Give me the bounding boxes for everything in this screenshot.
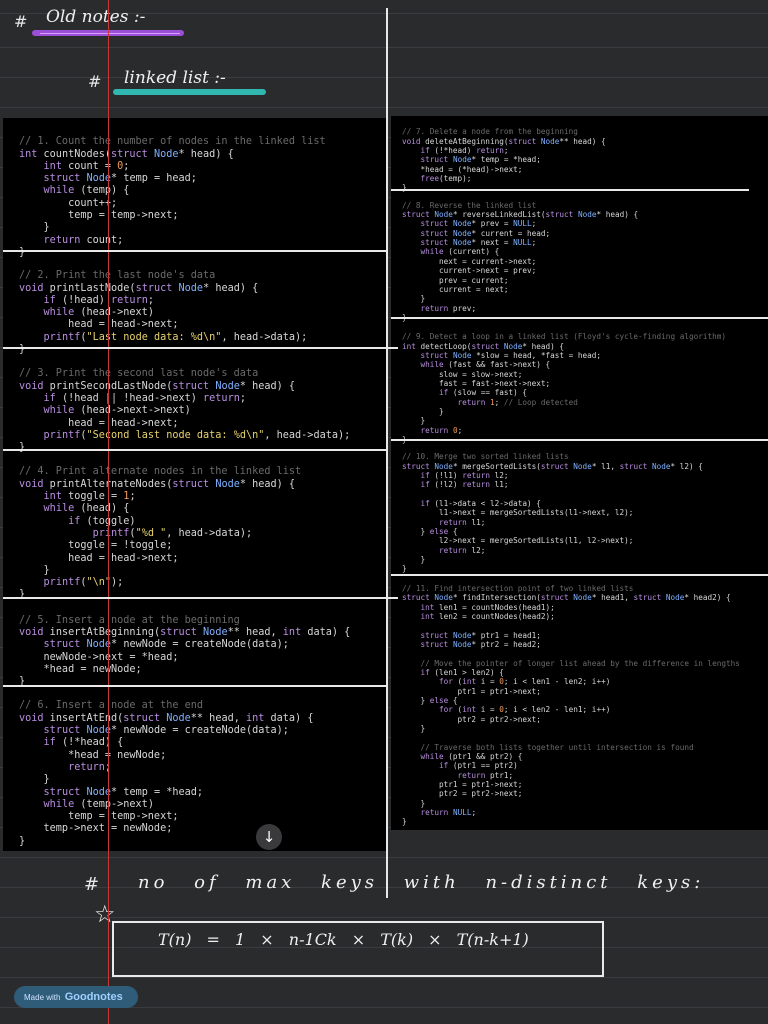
code-panel-left: // 1. Count the number of nodes in the l… xyxy=(3,118,386,851)
keys-note: no of max keys with n-distinct keys: xyxy=(138,872,705,893)
code-panel-right: // 7. Delete a node from the beginning v… xyxy=(391,116,768,830)
code-block: // 5. Insert a node at the beginning voi… xyxy=(19,614,351,688)
right-code-blocks: // 7. Delete a node from the beginning v… xyxy=(402,127,768,826)
separator xyxy=(391,189,749,191)
subheading: linked list :- xyxy=(124,68,226,88)
scroll-down-button[interactable]: ↓ xyxy=(256,824,282,850)
heading-hash: # xyxy=(14,12,28,31)
separator xyxy=(3,449,386,451)
separator xyxy=(3,597,398,599)
code-block: // 1. Count the number of nodes in the l… xyxy=(19,136,326,258)
made-with-label: Made with xyxy=(24,993,61,1002)
formula: T(n) = 1 × n-1Ck × T(k) × T(n-k+1) xyxy=(158,930,529,949)
page-heading: Old notes :- xyxy=(46,7,146,27)
code-block: // 8. Reverse the linked list struct Nod… xyxy=(402,200,639,322)
separator xyxy=(391,317,768,319)
separator xyxy=(3,250,386,252)
code-block: // 3. Print the second last node's data … xyxy=(19,368,351,454)
subheading-underline xyxy=(113,89,266,95)
heading-underline-highlight xyxy=(40,33,180,34)
separator xyxy=(3,347,398,349)
arrow-down-icon: ↓ xyxy=(262,828,276,846)
left-code-blocks: // 1. Count the number of nodes in the l… xyxy=(19,136,386,848)
code-block: // 2. Print the last node's data void pr… xyxy=(19,270,308,356)
margin-line xyxy=(108,0,109,1024)
separator xyxy=(3,685,386,687)
code-block: // 9. Detect a loop in a linked list (Fl… xyxy=(402,332,726,444)
separator xyxy=(391,439,768,441)
code-block: // 10. Merge two sorted linked lists str… xyxy=(402,452,703,574)
column-divider xyxy=(386,8,388,898)
goodnotes-logo-text: Goodnotes xyxy=(64,991,123,1003)
bottom-hash: # xyxy=(84,874,100,895)
separator xyxy=(391,574,768,576)
subheading-hash: # xyxy=(88,72,102,91)
code-block: // 7. Delete a node from the beginning v… xyxy=(402,127,606,193)
code-block: // 6. Insert a node at the end void inse… xyxy=(19,700,314,847)
code-block: // 4. Print alternate nodes in the linke… xyxy=(19,466,302,601)
code-block: // 11. Find intersection point of two li… xyxy=(402,583,740,827)
goodnotes-badge[interactable]: Made with Goodnotes xyxy=(14,986,138,1008)
